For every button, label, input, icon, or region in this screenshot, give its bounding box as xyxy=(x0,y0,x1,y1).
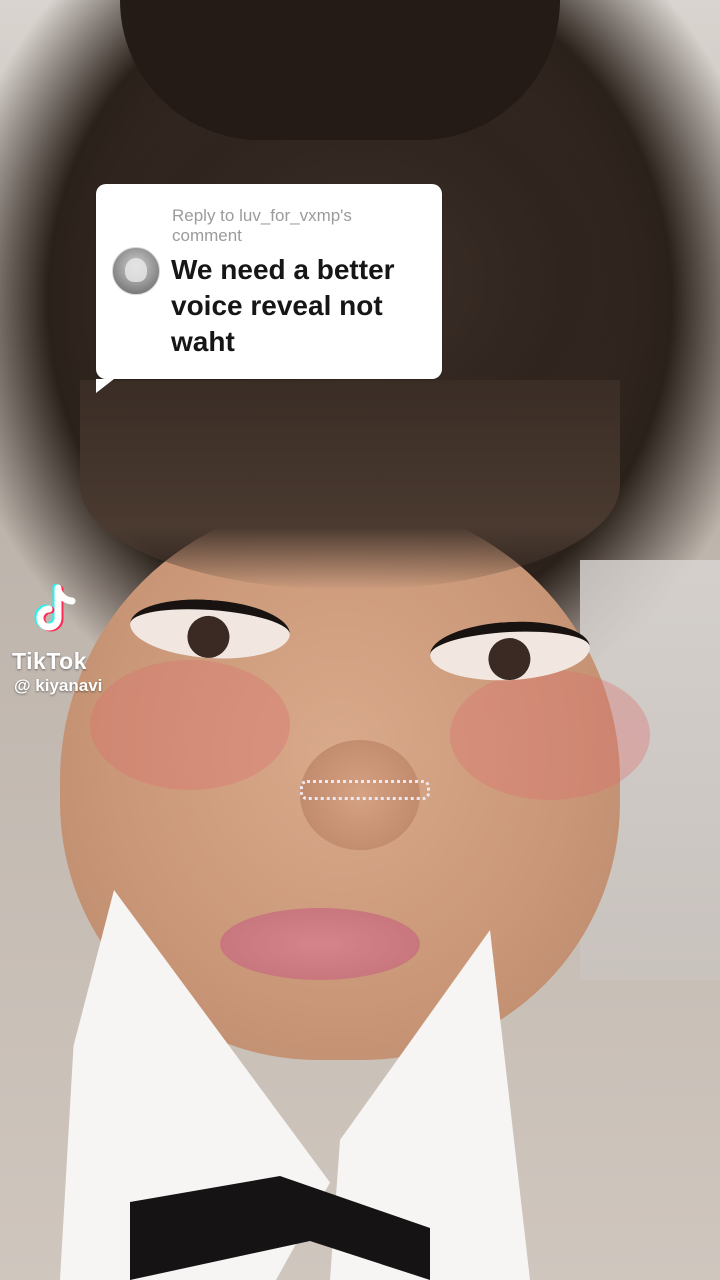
creator-handle: @ kiyanavi xyxy=(14,676,103,695)
video-frame[interactable]: Reply to luv_for_vxmp's comment We need … xyxy=(0,0,720,1280)
right-cheek-blush xyxy=(450,670,650,800)
right-pupil xyxy=(487,636,532,682)
reply-comment-text: We need a better voice reveal not waht xyxy=(171,254,395,357)
bangs xyxy=(80,380,620,590)
nose-chain xyxy=(300,780,430,800)
tiktok-wordmark: TikTok xyxy=(12,648,87,674)
tiktok-logo-icon xyxy=(34,584,76,632)
left-pupil xyxy=(186,614,231,660)
tiktok-watermark: TikTok @ kiyanavi xyxy=(12,584,142,695)
lips xyxy=(220,908,420,980)
commenter-avatar[interactable] xyxy=(112,247,160,295)
reply-comment-sticker[interactable]: Reply to luv_for_vxmp's comment We need … xyxy=(96,184,442,393)
reply-header: Reply to luv_for_vxmp's comment xyxy=(172,206,352,245)
